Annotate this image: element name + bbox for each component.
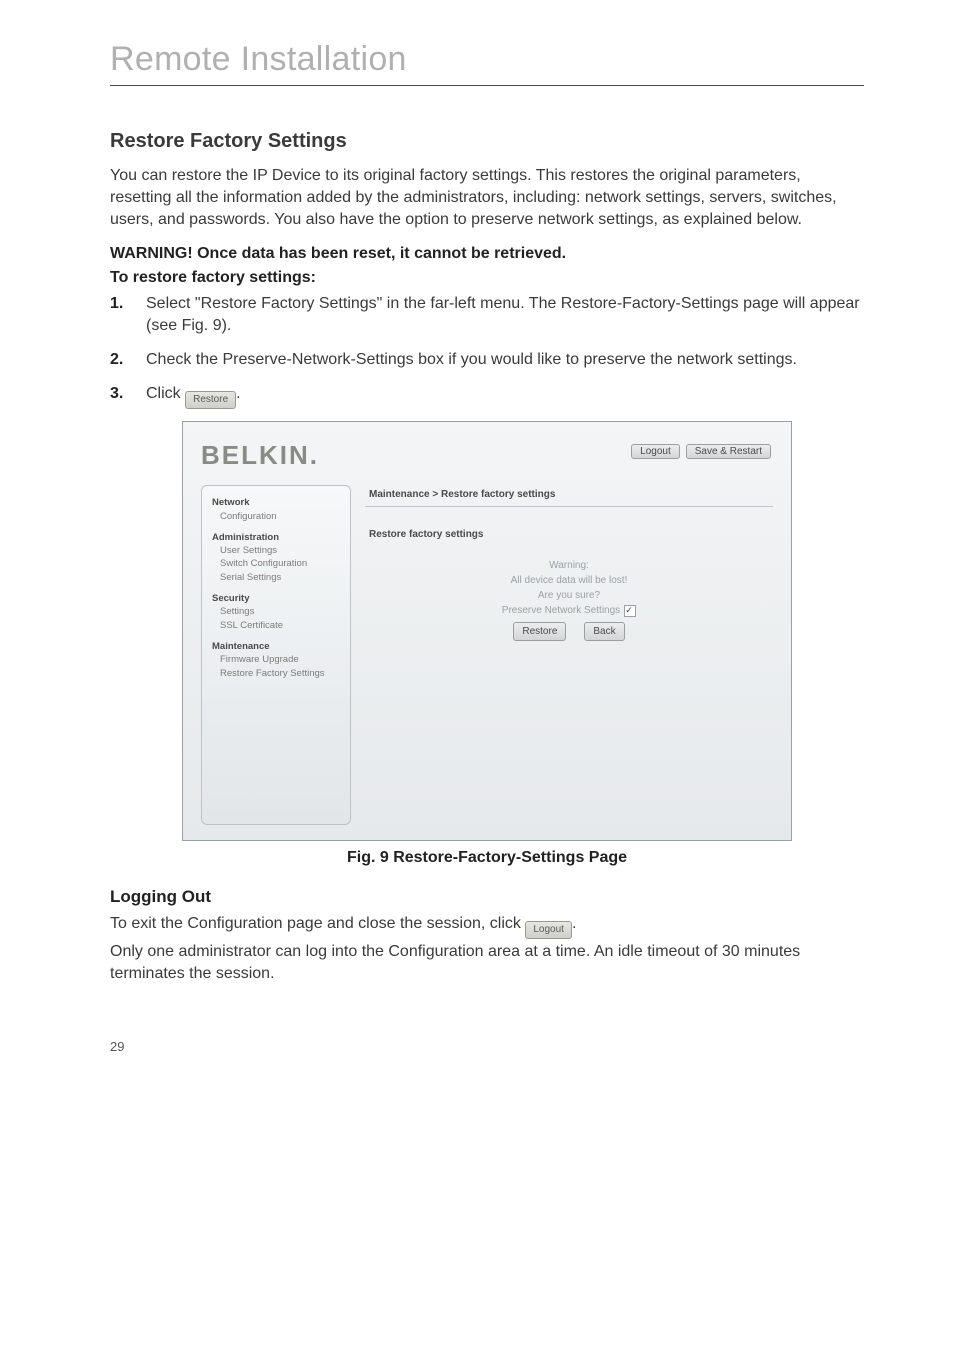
warning-label: Warning: bbox=[365, 558, 773, 573]
brand-logo: BELKIN. bbox=[201, 440, 319, 470]
save-restart-button[interactable]: Save & Restart bbox=[686, 444, 771, 459]
step-2-text: Check the Preserve-Network-Settings box … bbox=[146, 349, 864, 371]
steps-list: 1. Select "Restore Factory Settings" in … bbox=[110, 293, 864, 409]
restore-inline-button: Restore bbox=[185, 391, 236, 409]
logging-p1-suffix: . bbox=[572, 915, 576, 932]
warning-line-1: All device data will be lost! bbox=[365, 573, 773, 588]
logout-button[interactable]: Logout bbox=[631, 444, 680, 459]
sidebar-item-configuration[interactable]: Configuration bbox=[212, 510, 340, 523]
logging-out-p2: Only one administrator can log into the … bbox=[110, 941, 864, 985]
step-3: 3. Click Restore. bbox=[110, 383, 864, 409]
step-2: 2. Check the Preserve-Network-Settings b… bbox=[110, 349, 864, 371]
sidebar-item-firmware-upgrade[interactable]: Firmware Upgrade bbox=[212, 653, 340, 666]
sidebar-item-ssl-cert[interactable]: SSL Certificate bbox=[212, 619, 340, 632]
page-number: 29 bbox=[0, 1039, 954, 1084]
preserve-label: Preserve Network Settings bbox=[502, 603, 620, 618]
figure-9: BELKIN. Logout Save & Restart Network Co… bbox=[182, 421, 792, 841]
step-1: 1. Select "Restore Factory Settings" in … bbox=[110, 293, 864, 337]
logging-out-p1: To exit the Configuration page and close… bbox=[110, 913, 864, 939]
logging-p1-prefix: To exit the Configuration page and close… bbox=[110, 915, 525, 932]
step-3-number: 3. bbox=[110, 383, 146, 405]
sidebar-item-switch-config[interactable]: Switch Configuration bbox=[212, 557, 340, 570]
chapter-title: Remote Installation bbox=[110, 40, 864, 79]
back-button[interactable]: Back bbox=[584, 622, 624, 641]
figure-caption: Fig. 9 Restore-Factory-Settings Page bbox=[182, 849, 792, 867]
preserve-checkbox[interactable] bbox=[624, 605, 636, 617]
sidebar-item-serial-settings[interactable]: Serial Settings bbox=[212, 571, 340, 584]
pane-subtitle: Restore factory settings bbox=[369, 529, 773, 540]
restore-button[interactable]: Restore bbox=[513, 622, 566, 641]
warning-line-2: Are you sure? bbox=[365, 588, 773, 603]
sidebar-admin-header: Administration bbox=[212, 531, 340, 544]
logout-inline-button: Logout bbox=[525, 921, 572, 939]
sidebar-maint-header: Maintenance bbox=[212, 640, 340, 653]
sidebar-item-restore-factory[interactable]: Restore Factory Settings bbox=[212, 667, 340, 680]
preserve-row: Preserve Network Settings bbox=[502, 603, 636, 618]
step-3-suffix: . bbox=[236, 385, 240, 402]
step-1-text: Select "Restore Factory Settings" in the… bbox=[146, 293, 864, 337]
sidebar-item-security-settings[interactable]: Settings bbox=[212, 605, 340, 618]
sidebar: Network Configuration Administration Use… bbox=[201, 485, 351, 825]
step-2-number: 2. bbox=[110, 349, 146, 371]
section-title-restore: Restore Factory Settings bbox=[110, 130, 864, 153]
step-3-prefix: Click bbox=[146, 385, 185, 402]
howto-label: To restore factory settings: bbox=[110, 269, 864, 287]
sidebar-item-user-settings[interactable]: User Settings bbox=[212, 544, 340, 557]
breadcrumb: Maintenance > Restore factory settings bbox=[365, 485, 773, 507]
divider bbox=[110, 85, 864, 86]
sidebar-security-header: Security bbox=[212, 592, 340, 605]
warning-text: WARNING! Once data has been reset, it ca… bbox=[110, 245, 864, 263]
step-1-number: 1. bbox=[110, 293, 146, 315]
intro-paragraph: You can restore the IP Device to its ori… bbox=[110, 165, 864, 231]
main-pane: Maintenance > Restore factory settings R… bbox=[365, 485, 773, 825]
logging-out-title: Logging Out bbox=[110, 887, 864, 907]
sidebar-network-header: Network bbox=[212, 496, 340, 509]
step-3-text: Click Restore. bbox=[146, 383, 864, 409]
